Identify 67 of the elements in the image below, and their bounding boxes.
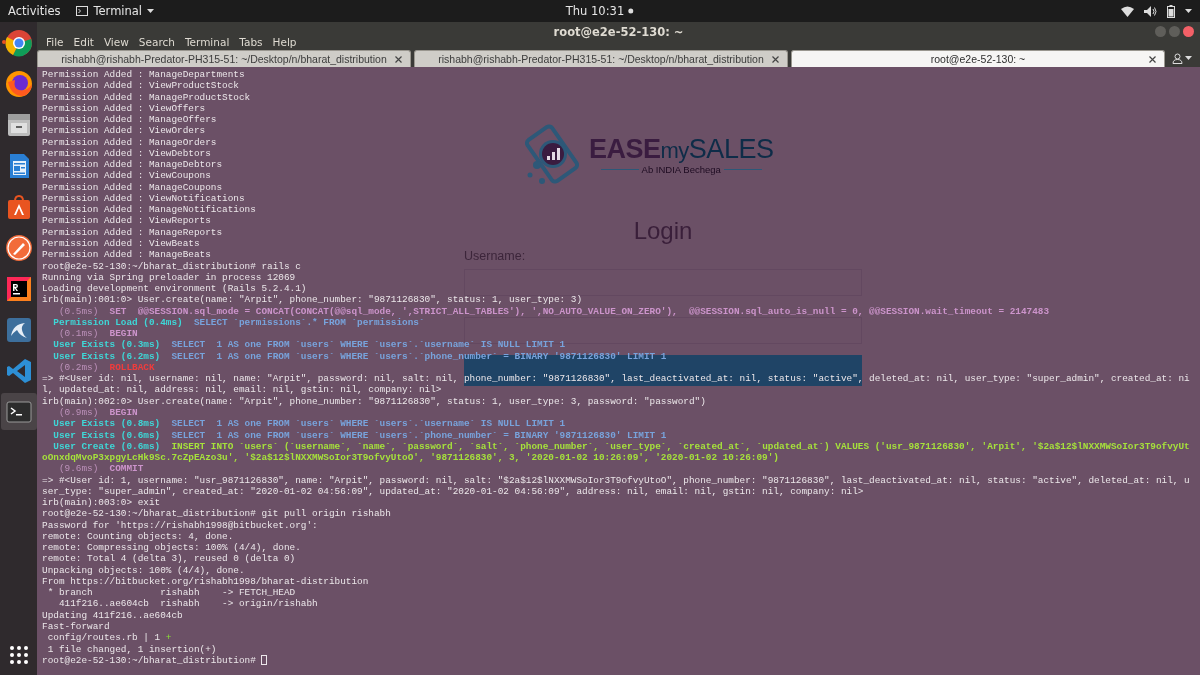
terminal-line: User Exists (0.6ms) SELECT 1 AS one FROM `users` WHERE `users`.`phone_number` = BINARY '9871126830' LIMIT 1 [52,429,667,441]
terminal-line: 1 file changed, 1 insertion(+) [46,643,217,655]
terminal-line: Permission Added : ViewNotifications [42,192,245,205]
terminal-line: root@e2e-52-130:~/bharat_distribution# git pull origin rishabh [42,508,391,520]
terminal-line: irb(main):003:0> exit [42,497,161,509]
terminal-line: remote: Total 4 (delta 3), reused 0 (delta 0) [42,553,296,565]
terminal-line: Permission Added : ManageOffers [42,114,217,126]
terminal-line: Permission Added : ManageDepartments [42,69,245,81]
terminal-line: 411f216..ae604cb rishabh -> origin/rishabh [57,598,318,610]
terminal-line: irb(main):001:0> User.create(name: "Arpit", phone_number: "9871126830", status: 1, user_type: 3) [42,294,583,306]
terminal-line: l, updated_at: nil, address: nil, email: nil, gstin: nil, company: nil> [42,384,442,396]
terminal-line: Permission Added : ManageNotifications [42,204,256,216]
terminal-line: Permission Added : ManageDebtors [42,159,223,171]
terminal-line: irb(main):002:0> User.create(name: "Arpit", phone_number: "9871126830", status: 1, user_type: 3, password: "password") [42,395,706,407]
terminal-line: Permission Added : ManageCoupons [42,181,223,193]
terminal-line: Permission Added : ViewOrders [42,125,206,137]
terminal-line: remote: Counting objects: 4, done. [42,530,234,543]
terminal-line: root@e2e-52-130:~/bharat_distribution# [42,654,257,667]
terminal-line: * branch rishabh -> FETCH_HEAD [46,587,296,599]
terminal-line: Unpacking objects: 100% (4/4), done. [42,564,245,576]
terminal-line: (0.9ms) BEGIN [57,406,138,419]
terminal-line: Permission Added : ViewProductStock [42,80,239,92]
terminal-line: Loading development environment (Rails 5.2.4.1) [42,283,307,295]
terminal-line: Permission Added : ManageBeats [42,249,211,261]
menu-item[interactable]: Edit [72,36,95,48]
clock[interactable]: Thu 10:31 [565,4,625,18]
terminal-line: (0.5ms) SET @@SESSION.sql_mode = CONCAT(CONCAT(@@sql_mode, ',STRICT_ALL_TABLES'), ',NO_AUTO_VALUE_ON_ZERO'), @@SESSION.sql_auto_is_null = 0, @@SESSION.wait_timeout = 2147483 [57,305,1050,317]
terminal-line: Permission Added : ViewDebtors [42,147,211,160]
terminal-line: User Exists (0.8ms) SELECT 1 AS one FROM `users` WHERE `users`.`username` IS NULL LIMIT 1 [52,418,566,430]
terminal-line: ser_type: "super_admin", created_at: "2020-01-02 04:56:09", updated_at: "2020-01-02 04:56:09", address: nil, email: nil, gstin: nil, company: nil> [42,485,864,498]
activities-button[interactable]: Activities [8,4,61,18]
terminal-line: Fast-forward [42,621,110,633]
terminal-line: (9.6ms) COMMIT [57,463,144,475]
tagline: Ab INDIA Bechega [641,163,721,175]
terminal-line: Permission Added : ManageProductStock [42,91,251,103]
terminal-line: Running via Spring preloader in process 12069 [42,271,296,284]
terminal-line: config/routes.rb | 1 + [46,632,172,644]
tab[interactable]: rishabh@rishabh-Predator-PH315-51: ~/Desktop/n/bharat_distribution [37,50,411,67]
app-menu[interactable]: Terminal [93,4,143,18]
menu-item[interactable]: Terminal [183,36,231,48]
terminal-line: Permission Added : ViewReports [42,215,211,227]
window-title: root@e2e-52-130: ~ [553,25,684,39]
terminal-line: oOnxdqMvoP3xpgyLcHk9Sc.7cZpEAzo3u', '$2a$12$lNXXMWSoIor3T9ofvyUtoO', '9871126830', 3, '2020-01-02 10:26:09', '2020-01-02 10:26:09') [42,452,779,464]
menu-item[interactable]: Help [271,36,298,48]
terminal-line: => #<User id: nil, username: nil, name: "Arpit", password: nil, salt: nil, phone_number: "9871126830", last_deactivated_at: nil, status: "active", deleted_at: nil, user_type: "super_admin", created_at: ni [42,373,1190,385]
terminal-line: Updating 411f216..ae604cb [42,609,183,621]
terminal-line: Permission Added : ViewCoupons [42,170,211,182]
terminal-line: => #<User id: 1, username: "usr_9871126830", name: "Arpit", password: nil, salt: "$2a$12$lNXXMWSoIor3T9ofvyUtoO", phone_number: "9871126830", last_deactivated_at: nil, status: "active", deleted_at: nil, u [42,474,1190,486]
terminal-line: User Exists (0.3ms) SELECT 1 AS one FROM `users` WHERE `users`.`username` IS NULL LIMIT 1 [52,339,566,351]
terminal-line: Permission Added : ViewOffers [42,102,206,115]
terminal-line: remote: Compressing objects: 100% (4/4), done. [42,542,301,554]
terminal-line: root@e2e-52-130:~/bharat_distribution# rails c [42,260,301,272]
terminal-line: From https://bitbucket.org/rishabh1998/bharat-distribution [42,575,369,588]
menu-item[interactable]: Search [137,36,176,48]
terminal-line: Permission Added : ManageOrders [42,136,217,148]
terminal-line: Permission Added : ManageReports [42,226,223,238]
terminal-line: (0.2ms) ROLLBACK [57,361,155,374]
tab[interactable]: root@e2e-52-130: ~ [791,50,1165,67]
tab[interactable]: rishabh@rishabh-Predator-PH315-51: ~/Desktop/n/bharat_distribution [414,50,788,67]
menu-item[interactable]: View [102,36,130,48]
menu-item[interactable]: Tabs [238,36,264,48]
terminal-line: Password for 'https://rishabh1998@bitbucket.org': [42,519,318,531]
terminal-line: Permission Added : ViewBeats [42,238,200,250]
terminal-line: User Create (0.6ms) INSERT INTO `users` (`username`, `name`, `password`, `salt`, `phone_number`, `user_type`, `created_at`, `updated_at`) VALUES ('usr_9871126830', 'Arpit', '$2a$12$lNXXMWSoIor3T9ofvyUt [52,440,1190,453]
menu-item[interactable]: File [45,36,65,48]
terminal-line: Permission Load (0.4ms) SELECT `permissions`.* FROM `permissions` [52,316,425,329]
terminal-line: (0.1ms) BEGIN [57,328,138,340]
